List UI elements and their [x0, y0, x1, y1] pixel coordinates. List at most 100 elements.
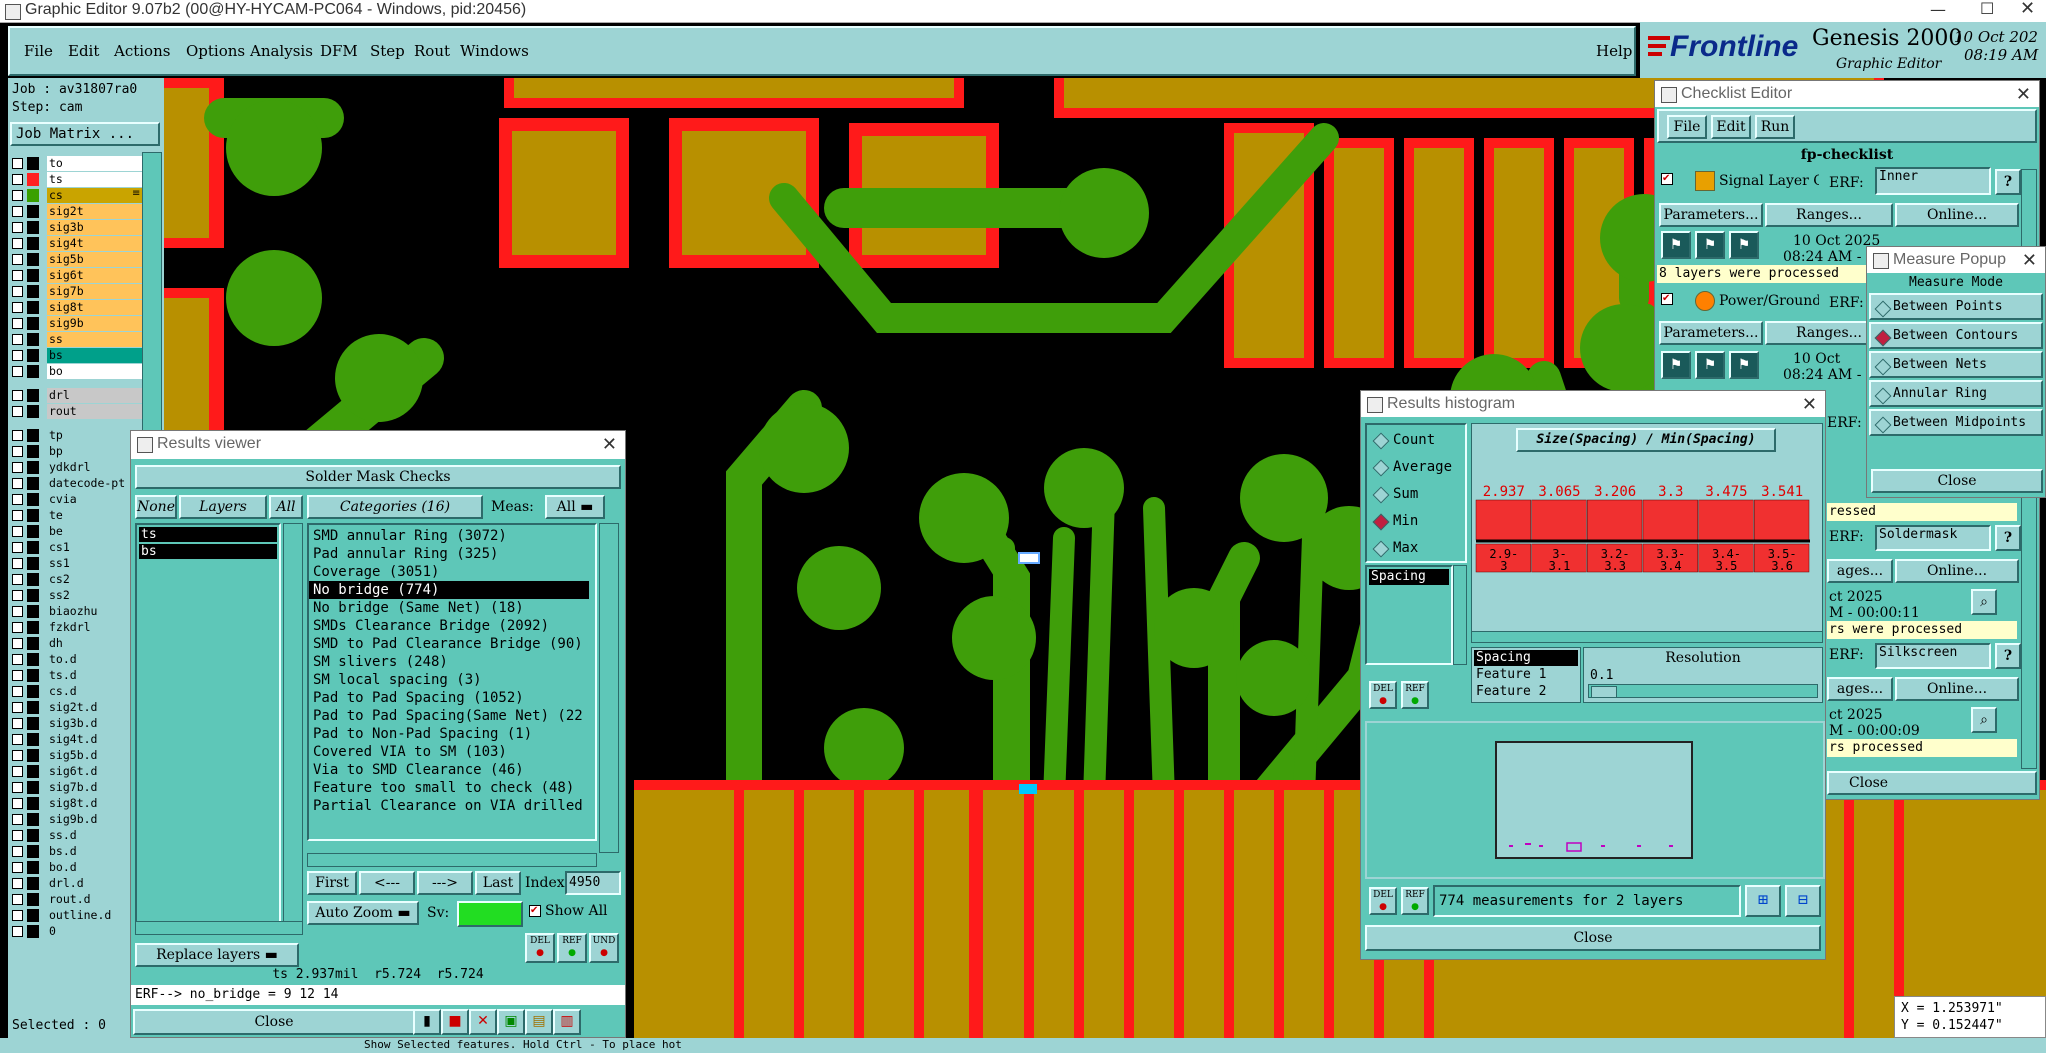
help-button-5[interactable]: ?: [1995, 643, 2021, 669]
maximize-button[interactable]: ☐: [1980, 0, 1994, 18]
layer-row-fzkdrl[interactable]: fzkdrl: [12, 620, 142, 635]
layer-name[interactable]: sig2t.d: [47, 700, 142, 715]
layer-row-ss.d[interactable]: ss.d⬋: [12, 828, 142, 843]
layer-swatch[interactable]: [27, 909, 39, 922]
check-item-1-name[interactable]: Signal Layer Ch: [1719, 173, 1819, 189]
field-list-scrollbar[interactable]: [1453, 565, 1467, 665]
layer-row-to.d[interactable]: to.d⬋: [12, 652, 142, 667]
layer-name[interactable]: ss1: [47, 556, 142, 571]
layer-swatch[interactable]: [27, 557, 39, 570]
checklist-close-button[interactable]: Close: [1827, 771, 2037, 795]
layer-checkbox[interactable]: [12, 766, 23, 777]
layer-row-bs.d[interactable]: bs.d: [12, 844, 142, 859]
layer-name[interactable]: cs2: [47, 572, 142, 587]
run-icon-4[interactable]: ⚑: [1661, 351, 1691, 379]
layer-row-drl.d[interactable]: drl.d: [12, 876, 142, 891]
layer-row-sig3b.d[interactable]: sig3b.d⬋: [12, 716, 142, 731]
layer-checkbox[interactable]: [12, 846, 23, 857]
layer-name[interactable]: cs.d: [47, 684, 142, 699]
layer-name[interactable]: to: [47, 156, 142, 171]
layer-swatch[interactable]: [27, 317, 39, 330]
layer-name[interactable]: sig9b.d: [47, 812, 142, 827]
category-item[interactable]: Pad to Pad Spacing (1052): [309, 689, 595, 707]
close-icon[interactable]: ✕: [2016, 81, 2031, 107]
layer-checkbox[interactable]: [12, 926, 23, 937]
layer-row-ss[interactable]: ss: [12, 332, 142, 347]
layer-checkbox[interactable]: [12, 734, 23, 745]
layer-swatch[interactable]: [27, 221, 39, 234]
measure-option[interactable]: Between Midpoints: [1869, 409, 2043, 436]
layer-checkbox[interactable]: [12, 446, 23, 457]
layer-name[interactable]: biaozhu: [47, 604, 142, 619]
layer-row-cs2[interactable]: cs2: [12, 572, 142, 587]
menu-file[interactable]: File: [24, 42, 53, 60]
meas-select[interactable]: All ▬: [545, 495, 605, 519]
layer-name[interactable]: ss2: [47, 588, 142, 603]
layer-swatch[interactable]: [27, 653, 39, 666]
layer-swatch[interactable]: [27, 541, 39, 554]
layer-swatch[interactable]: [27, 493, 39, 506]
layer-name[interactable]: drl: [47, 388, 142, 403]
run-icon-5[interactable]: ⚑: [1695, 351, 1725, 379]
layer-checkbox[interactable]: [12, 174, 23, 185]
layer-checkbox[interactable]: [12, 462, 23, 473]
layer-checkbox[interactable]: [12, 862, 23, 873]
layer-checkbox[interactable]: [12, 302, 23, 313]
sv-color-select[interactable]: [457, 901, 523, 927]
layer-name[interactable]: be: [47, 524, 142, 539]
layer-row-sig4t[interactable]: sig4t: [12, 236, 142, 251]
layer-swatch[interactable]: [27, 845, 39, 858]
layer-row-sig5b[interactable]: sig5b: [12, 252, 142, 267]
layers-listbox[interactable]: ts bs: [135, 523, 281, 923]
layer-swatch[interactable]: [27, 829, 39, 842]
layer-checkbox[interactable]: [12, 830, 23, 841]
replace-layers-select[interactable]: Replace layers ▬: [135, 943, 299, 967]
layer-checkbox[interactable]: [12, 910, 23, 921]
measure-option[interactable]: Between Contours: [1869, 322, 2043, 349]
layer-checkbox[interactable]: [12, 494, 23, 505]
check-item-4-erf[interactable]: Soldermask: [1875, 525, 1991, 551]
run-icon-2[interactable]: ⚑: [1695, 231, 1725, 259]
layer-checkbox[interactable]: [12, 638, 23, 649]
layer-row-rout.d[interactable]: rout.d: [12, 892, 142, 907]
layer-swatch[interactable]: [27, 301, 39, 314]
layer-name[interactable]: ss: [47, 332, 142, 347]
layer-name[interactable]: ydkdrl: [47, 460, 142, 475]
solder-mask-header[interactable]: Solder Mask Checks: [135, 465, 621, 489]
layer-name[interactable]: sig6t.d: [47, 764, 142, 779]
close-icon[interactable]: ✕: [602, 431, 617, 457]
layer-row-cs[interactable]: cs ≡: [12, 188, 142, 203]
layer-checkbox[interactable]: [12, 406, 23, 417]
online-button-4[interactable]: Online...: [1895, 559, 2019, 583]
category-item[interactable]: Partial Clearance on VIA drilled: [309, 797, 595, 815]
first-button[interactable]: First: [307, 871, 357, 895]
layer-name[interactable]: bp: [47, 444, 142, 459]
layer-name[interactable]: ts.d: [47, 668, 142, 683]
layer-swatch[interactable]: [27, 189, 39, 202]
layer-row-0[interactable]: 0: [12, 924, 142, 939]
layer-swatch[interactable]: [27, 429, 39, 442]
close-icon[interactable]: ✕: [1802, 391, 1817, 417]
layer-item-ts[interactable]: ts: [139, 527, 277, 542]
layer-name[interactable]: te: [47, 508, 142, 523]
category-item[interactable]: Coverage (3051): [309, 563, 595, 581]
run-icon-1[interactable]: ⚑: [1661, 231, 1691, 259]
layer-row-sig7b[interactable]: sig7b: [12, 284, 142, 299]
layer-swatch[interactable]: [27, 765, 39, 778]
layer-checkbox[interactable]: [12, 702, 23, 713]
results-viewer-close-button[interactable]: Close: [133, 1009, 415, 1035]
menu-actions[interactable]: Actions: [114, 42, 170, 60]
histogram-close-button[interactable]: Close: [1365, 925, 1821, 951]
layer-swatch[interactable]: [27, 669, 39, 682]
layer-swatch[interactable]: [27, 349, 39, 362]
layer-checkbox[interactable]: [12, 542, 23, 553]
category-item[interactable]: Feature too small to check (48): [309, 779, 595, 797]
layer-name[interactable]: sig6t: [47, 268, 142, 283]
auto-zoom-select[interactable]: Auto Zoom ▬: [307, 901, 419, 925]
layers-all-button[interactable]: All: [269, 495, 303, 519]
layer-checkbox[interactable]: [12, 686, 23, 697]
hist-ref-button-2[interactable]: REF ●: [1401, 887, 1429, 915]
layer-row-sig3b[interactable]: sig3b: [12, 220, 142, 235]
del-button[interactable]: DEL ●: [525, 933, 555, 963]
category-item[interactable]: Via to SMD Clearance (46): [309, 761, 595, 779]
